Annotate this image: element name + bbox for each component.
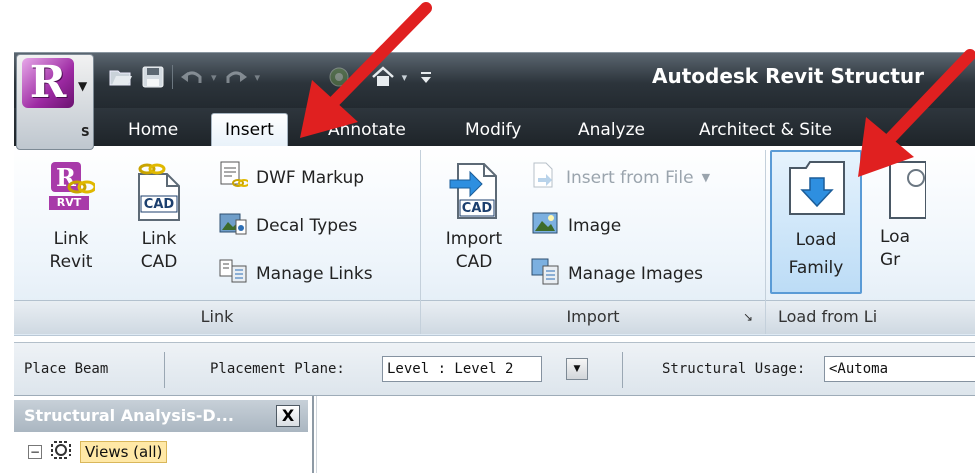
- annotation-arrow-insert: [300, 2, 432, 138]
- revit-window: R ▼ S ▾ ▾ ▾ ▾ Autodesk Revit Structur: [0, 0, 975, 473]
- dwf-markup-icon: [218, 160, 250, 195]
- link-cad-label-line2: CAD: [140, 252, 178, 272]
- undo-icon[interactable]: [179, 64, 205, 90]
- import-cad-label-line2: CAD: [455, 252, 493, 272]
- manage-images-icon: [530, 256, 560, 291]
- cad-badge: CAD: [143, 197, 175, 212]
- application-menu-button[interactable]: R ▼ S: [16, 54, 94, 150]
- import-cad-icon: CAD: [448, 160, 500, 222]
- manage-links-button[interactable]: Manage Links: [218, 256, 373, 291]
- load-family-icon: [788, 160, 846, 216]
- image-button[interactable]: Image: [530, 208, 621, 243]
- revit-logo-icon: R: [22, 58, 74, 108]
- decal-types-button[interactable]: Decal Types: [218, 208, 357, 243]
- active-command-label: Place Beam: [24, 361, 109, 377]
- import-cad-badge: CAD: [461, 201, 493, 216]
- load-family-label-line2: Family: [788, 258, 844, 278]
- import-panel-title: Import ↘: [421, 300, 765, 334]
- load-panel-title: Load from Li: [766, 300, 975, 334]
- decal-types-icon: [218, 208, 248, 243]
- chevron-down-icon[interactable]: ▼: [566, 358, 588, 380]
- link-revit-button[interactable]: R RVT Link Revit: [40, 160, 102, 274]
- link-cad-label-line1: Link: [141, 229, 177, 249]
- decal-types-label: Decal Types: [256, 215, 358, 236]
- placement-plane-label: Placement Plane:: [210, 361, 345, 377]
- open-icon[interactable]: [108, 64, 134, 90]
- link-revit-label-line1: Link: [53, 229, 89, 249]
- rvt-badge: RVT: [56, 196, 82, 209]
- tab-home[interactable]: Home: [128, 114, 178, 146]
- views-icon: [50, 440, 72, 464]
- options-separator: [622, 352, 623, 388]
- insert-from-file-label: Insert from File: [566, 167, 694, 188]
- manage-images-button[interactable]: Manage Images: [530, 256, 703, 291]
- options-separator: [164, 352, 165, 388]
- dwf-markup-button[interactable]: DWF Markup: [218, 160, 364, 195]
- tree-item-views[interactable]: − Views (all): [28, 440, 168, 464]
- image-icon: [530, 208, 560, 243]
- dialog-launcher-icon[interactable]: ↘: [743, 301, 753, 333]
- svg-text:R: R: [56, 163, 77, 192]
- collapse-toggle-icon[interactable]: −: [28, 445, 42, 459]
- chevron-down-icon: ▼: [701, 171, 711, 184]
- dwf-markup-label: DWF Markup: [256, 167, 365, 188]
- manage-links-icon: [218, 256, 248, 291]
- undo-dropdown-icon[interactable]: ▾: [211, 71, 217, 84]
- tab-insert[interactable]: Insert: [211, 113, 288, 147]
- import-panel-title-text: Import: [566, 307, 620, 326]
- redo-icon[interactable]: [223, 64, 249, 90]
- drawing-canvas[interactable]: [316, 396, 975, 473]
- project-browser-title: Structural Analysis-D...: [14, 400, 308, 432]
- structural-usage-select[interactable]: <Automa: [824, 356, 975, 382]
- manage-links-label: Manage Links: [256, 263, 373, 284]
- link-panel-title: Link: [14, 300, 420, 334]
- save-icon[interactable]: [140, 64, 166, 90]
- chevron-down-icon: ▼: [78, 79, 88, 93]
- tab-analyze[interactable]: Analyze: [578, 114, 645, 146]
- link-cad-icon: CAD: [135, 160, 183, 222]
- manage-images-label: Manage Images: [568, 263, 704, 284]
- load-as-group-label-line2: Gr: [880, 250, 901, 270]
- load-family-label-line1: Load: [795, 230, 837, 250]
- image-label: Image: [568, 215, 622, 236]
- load-as-group-label-line1: Loa: [880, 227, 910, 247]
- placement-plane-select[interactable]: Level : Level 2: [382, 356, 542, 382]
- structural-usage-label: Structural Usage:: [662, 361, 806, 377]
- insert-from-file-button[interactable]: Insert from File ▼: [530, 160, 710, 195]
- import-cad-label-line1: Import: [445, 229, 503, 249]
- close-icon[interactable]: X: [276, 405, 300, 427]
- tab-modify[interactable]: Modify: [465, 114, 521, 146]
- views-all-label: Views (all): [80, 441, 168, 463]
- product-badge: S: [81, 125, 90, 139]
- annotation-arrow-load-family: [858, 49, 975, 177]
- toolbar-separator: [172, 65, 173, 89]
- link-cad-button[interactable]: CAD Link CAD: [128, 160, 190, 274]
- import-cad-button[interactable]: CAD Import CAD: [436, 160, 512, 274]
- link-revit-icon: R RVT: [47, 160, 97, 222]
- redo-dropdown-icon[interactable]: ▾: [255, 71, 261, 84]
- tab-architect-site[interactable]: Architect & Site: [699, 114, 832, 146]
- insert-from-file-icon: [530, 160, 558, 195]
- link-revit-label-line2: Revit: [49, 252, 93, 272]
